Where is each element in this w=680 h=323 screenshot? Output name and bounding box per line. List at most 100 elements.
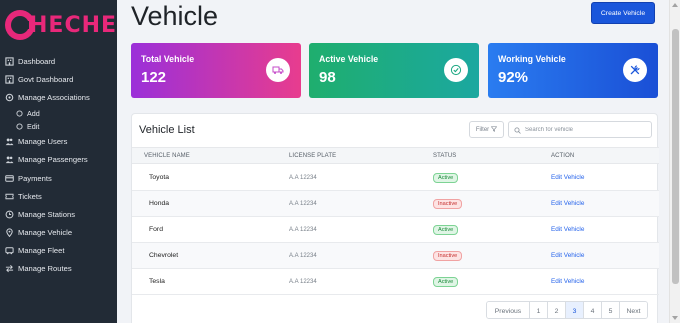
search-box [508, 121, 652, 138]
sidebar-item-govt-dashboard[interactable]: Govt Dashboard [0, 70, 117, 88]
page-button-2[interactable]: 2 [547, 302, 565, 318]
sidebar-item-manage-vehicle[interactable]: Manage Vehicle [0, 224, 117, 242]
filter-button[interactable]: Filter [469, 121, 504, 138]
sidebar-item-label: Govt Dashboard [18, 74, 74, 84]
table-row: Honda A.A 12234 Inactive Edit Vehicle [132, 191, 659, 217]
sidebar-subitem-add[interactable]: Add [0, 107, 117, 120]
license-plate-cell: A.A 12234 [289, 279, 317, 285]
previous-page-button[interactable]: Previous [487, 302, 529, 318]
card-icon [5, 174, 14, 183]
users-icon [5, 155, 14, 164]
column-header-status[interactable]: STATUS [433, 153, 456, 159]
sidebar-item-manage-users[interactable]: Manage Users [0, 133, 117, 151]
building-icon [5, 56, 14, 66]
sidebar-item-manage-stations[interactable]: Manage Stations [0, 205, 117, 223]
sidebar-item-label: Manage Users [18, 137, 68, 147]
search-input[interactable] [525, 126, 645, 133]
sidebar-subitem-label: Edit [27, 121, 40, 131]
table-header: VEHICLE NAME LICENSE PLATE STATUS ACTION [132, 147, 659, 164]
vertical-scrollbar[interactable] [669, 0, 680, 323]
pin-icon [5, 228, 14, 238]
sidebar-subitem-label: Add [27, 108, 40, 118]
sidebar-item-label: Dashboard [18, 56, 56, 66]
filter-label: Filter [475, 126, 490, 133]
fleet-icon [5, 246, 14, 255]
search-icon [514, 121, 521, 139]
table-row: Tesla A.A 12234 Active Edit Vehicle [132, 269, 659, 295]
sidebar-item-manage-associations[interactable]: Manage Associations [0, 88, 117, 106]
sidebar-item-payments[interactable]: Payments [0, 169, 117, 187]
page-button-4[interactable]: 4 [583, 302, 601, 318]
sidebar-item-label: Manage Passengers [18, 155, 88, 165]
license-plate-cell: A.A 12234 [289, 175, 317, 181]
sidebar-item-dashboard[interactable]: Dashboard [0, 52, 117, 70]
vehicle-name-cell: Chevrolet [149, 252, 179, 259]
table-row: Toyota A.A 12234 Active Edit Vehicle [132, 165, 659, 191]
brand-name: HECHE [29, 12, 118, 38]
scroll-up-arrow-icon[interactable] [672, 3, 678, 7]
page-title: Vehicle [131, 1, 219, 31]
column-header-action[interactable]: ACTION [551, 153, 574, 159]
edit-vehicle-link[interactable]: Edit Vehicle [551, 174, 584, 181]
page-button-3[interactable]: 3 [565, 302, 583, 318]
license-plate-cell: A.A 12234 [289, 201, 317, 207]
edit-vehicle-link[interactable]: Edit Vehicle [551, 200, 584, 207]
sidebar-item-label: Manage Associations [18, 92, 90, 102]
vehicle-name-cell: Toyota [149, 174, 170, 181]
status-badge: Active [433, 173, 459, 183]
table-row: Chevrolet A.A 12234 Inactive Edit Vehicl… [132, 243, 659, 269]
main-content: Vehicle Create Vehicle Total Vehicle 122… [117, 0, 669, 323]
truck-icon [266, 58, 290, 82]
sidebar-item-label: Manage Fleet [18, 246, 65, 256]
brand-logo[interactable]: HECHE [5, 10, 117, 40]
license-plate-cell: A.A 12234 [289, 227, 317, 233]
next-page-button[interactable]: Next [619, 302, 647, 318]
edit-vehicle-link[interactable]: Edit Vehicle [551, 226, 584, 233]
create-vehicle-button[interactable]: Create Vehicle [591, 2, 655, 24]
users-icon [5, 137, 14, 146]
table-row: Ford A.A 12234 Active Edit Vehicle [132, 217, 659, 243]
pagination: Previous 1 2 3 4 5 Next [486, 301, 648, 319]
sidebar-item-label: Payments [18, 173, 52, 183]
filter-icon [490, 125, 498, 134]
total-vehicle-card: Total Vehicle 122 [131, 43, 301, 98]
edit-vehicle-link[interactable]: Edit Vehicle [551, 278, 584, 285]
circle-icon [16, 110, 23, 117]
scroll-thumb[interactable] [672, 29, 679, 284]
page-button-5[interactable]: 5 [601, 302, 619, 318]
vehicle-list-panel: Vehicle List Filter VEHICLE NAME LICENSE… [131, 113, 659, 323]
building-icon [5, 75, 14, 84]
clock-icon [5, 210, 14, 219]
sidebar: HECHE Dashboard Govt Dashboard Manage As… [0, 0, 117, 323]
check-circle-icon [444, 58, 468, 82]
sidebar-item-label: Tickets [18, 191, 42, 201]
status-badge: Active [433, 225, 459, 235]
page-button-1[interactable]: 1 [529, 302, 547, 318]
column-header-license-plate[interactable]: LICENSE PLATE [289, 153, 336, 159]
sidebar-item-label: Manage Stations [18, 209, 75, 219]
gear-icon [5, 93, 14, 102]
vehicle-name-cell: Honda [149, 200, 170, 207]
sidebar-subitem-edit[interactable]: Edit [0, 120, 117, 133]
edit-vehicle-link[interactable]: Edit Vehicle [551, 252, 584, 259]
column-header-vehicle-name[interactable]: VEHICLE NAME [144, 153, 190, 159]
status-badge: Inactive [433, 199, 463, 209]
sidebar-item-tickets[interactable]: Tickets [0, 187, 117, 205]
sidebar-nav: Dashboard Govt Dashboard Manage Associat… [0, 52, 117, 278]
circle-icon [16, 123, 23, 130]
status-badge: Inactive [433, 251, 463, 261]
sidebar-item-label: Manage Routes [18, 264, 72, 274]
sidebar-item-manage-routes[interactable]: Manage Routes [0, 260, 117, 278]
sidebar-item-manage-passengers[interactable]: Manage Passengers [0, 151, 117, 169]
ticket-icon [5, 192, 14, 201]
vehicle-name-cell: Tesla [149, 278, 165, 285]
license-plate-cell: A.A 12234 [289, 253, 317, 259]
arrows-icon [5, 264, 14, 273]
vehicle-list-title: Vehicle List [139, 124, 195, 136]
status-badge: Active [433, 277, 459, 287]
tools-icon [623, 58, 647, 82]
sidebar-item-manage-fleet[interactable]: Manage Fleet [0, 242, 117, 260]
logo-mark-icon [5, 10, 35, 40]
vehicle-name-cell: Ford [149, 226, 163, 233]
scroll-down-arrow-icon[interactable] [672, 316, 678, 320]
